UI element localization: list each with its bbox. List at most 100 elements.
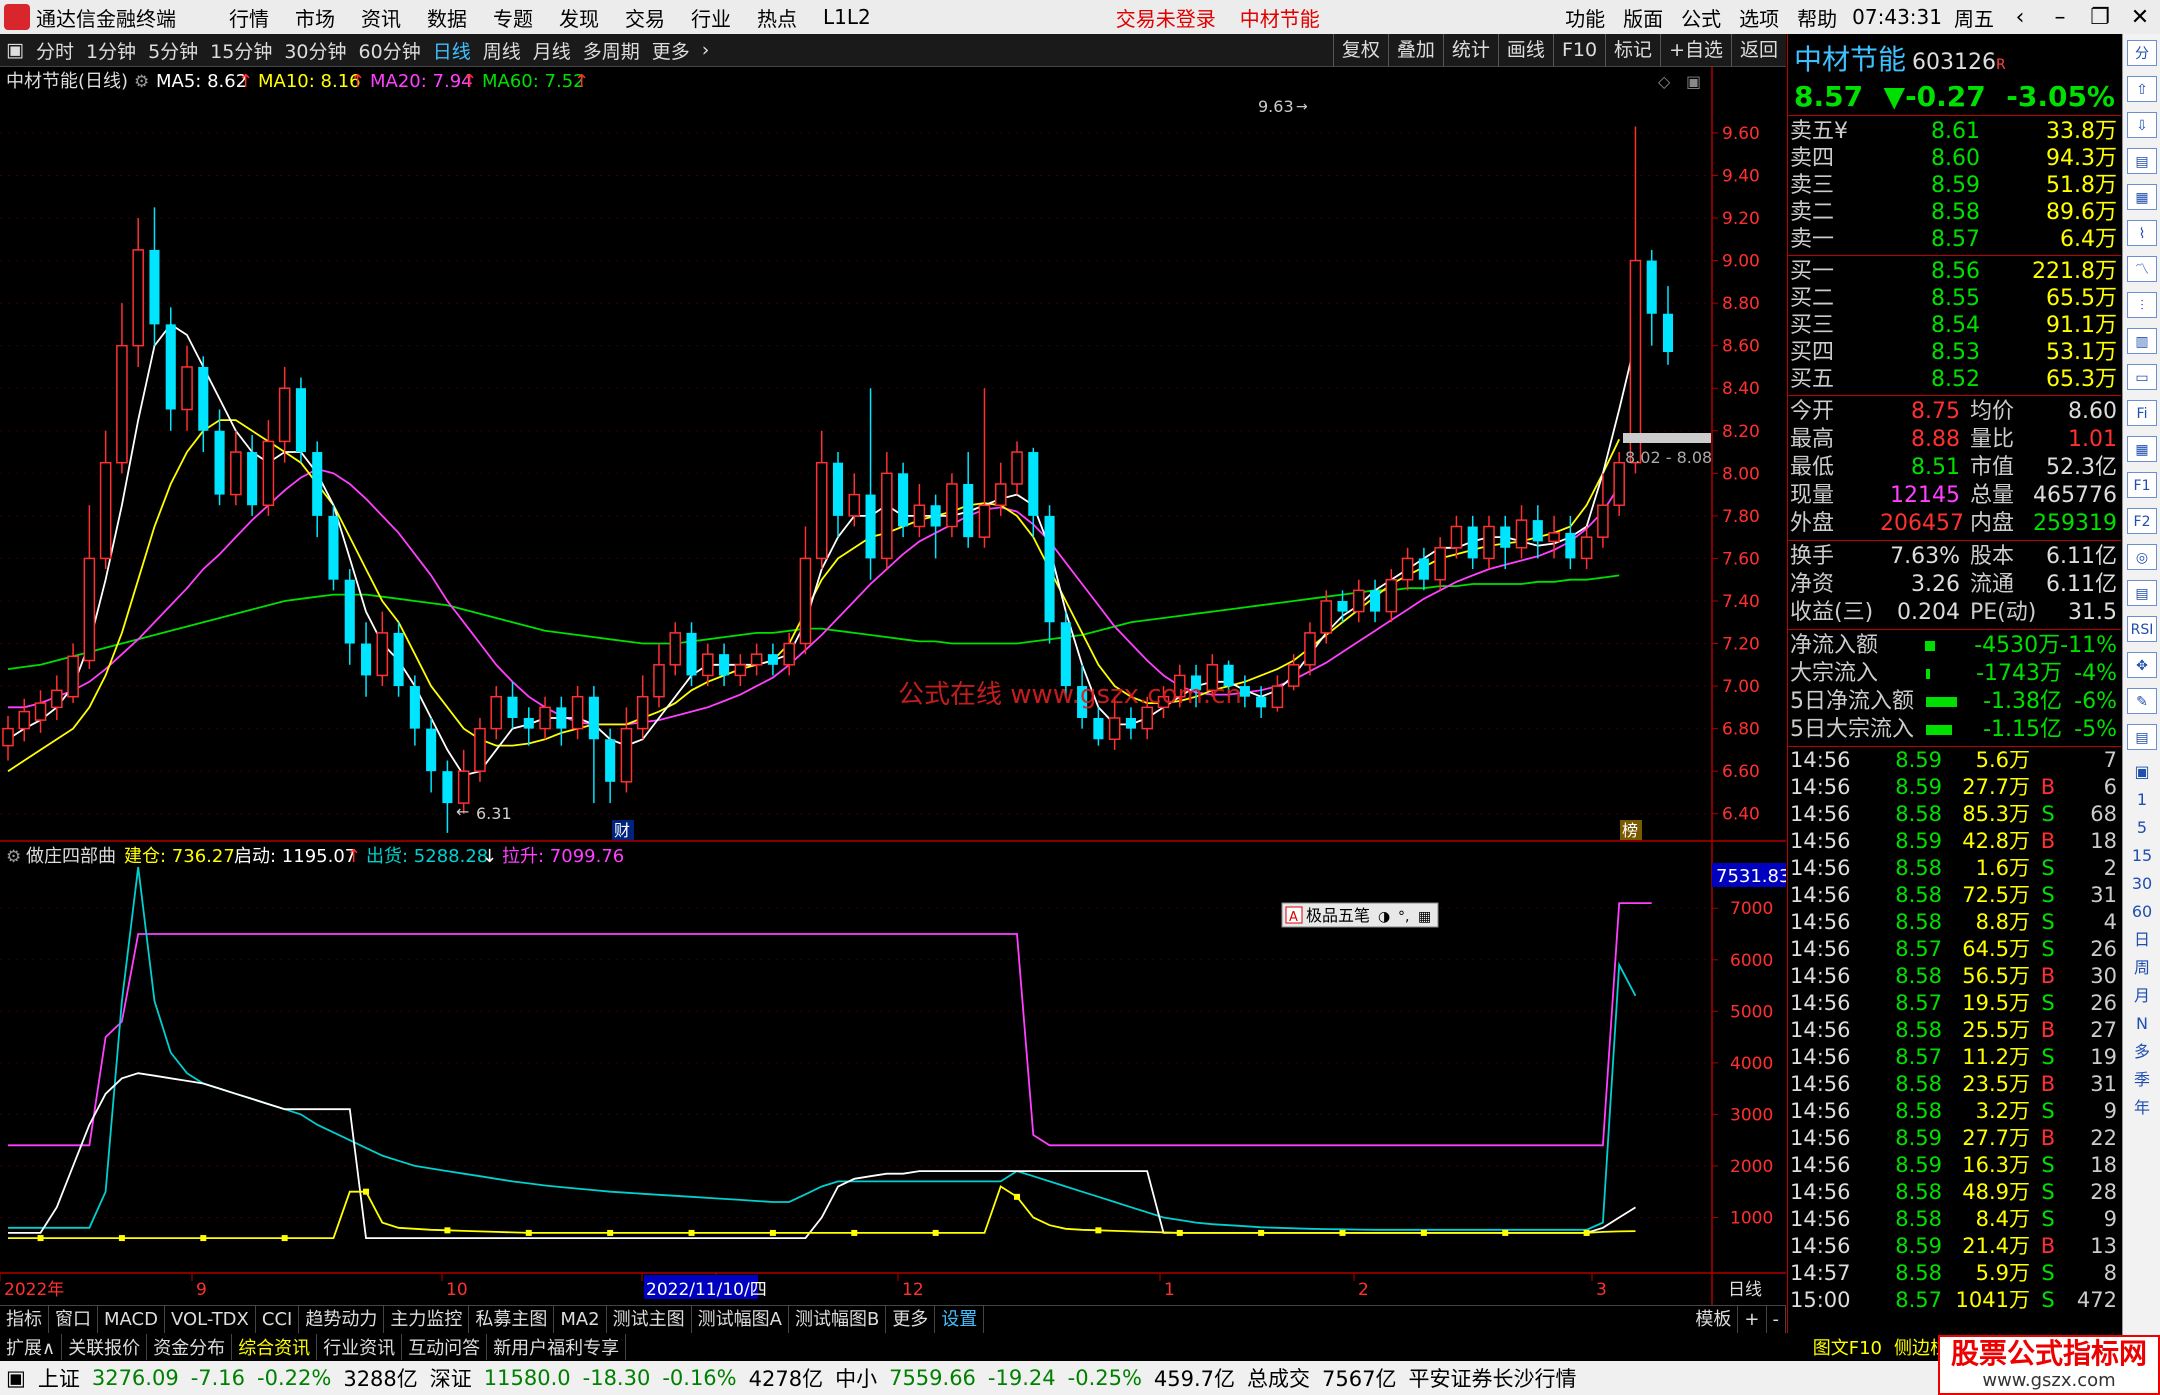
tick-row[interactable]: 14:56 8.58 8.8万 S 4 (1788, 909, 2121, 936)
tool-huaxian[interactable]: 画线 (1497, 33, 1553, 67)
extension-tab[interactable]: 行业资讯 (317, 1334, 403, 1360)
side-tool-icon[interactable]: ▥ (2127, 328, 2157, 354)
settings-gear-icon[interactable]: ⚙ (134, 72, 149, 92)
tick-row[interactable]: 14:56 8.59 21.4万 B 13 (1788, 1233, 2121, 1260)
template-tab[interactable]: - (1767, 1305, 1786, 1334)
menu-item-zhuanti[interactable]: 专题 (493, 3, 533, 32)
menu-item-redian[interactable]: 热点 (757, 3, 797, 32)
panel-toggle-icon[interactable]: ▣ (6, 39, 24, 61)
indicator-tab[interactable]: CCI (256, 1305, 300, 1334)
settings-gear-icon[interactable]: ⚙ (6, 847, 21, 867)
ask-row[interactable]: 卖一 8.57 6.4万 (1788, 226, 2121, 253)
menu-item-gongshi[interactable]: 公式 (1681, 3, 1721, 32)
tick-row[interactable]: 14:56 8.59 42.8万 B 18 (1788, 828, 2121, 855)
indicator-tab[interactable]: 私募主图 (469, 1305, 555, 1334)
menu-item-jiaoyi[interactable]: 交易 (625, 3, 665, 32)
menu-item-banmian[interactable]: 版面 (1623, 3, 1663, 32)
side-tool-icon[interactable]: 30 (2127, 872, 2157, 896)
period-1min[interactable]: 1分钟 (86, 37, 136, 64)
period-fenshi[interactable]: 分时 (36, 37, 74, 64)
tick-row[interactable]: 14:56 8.58 85.3万 S 68 (1788, 801, 2121, 828)
ask-row[interactable]: 卖二 8.58 89.6万 (1788, 199, 2121, 226)
tick-row[interactable]: 14:56 8.59 27.7万 B 22 (1788, 1125, 2121, 1152)
side-tool-icon[interactable]: ▦ (2127, 184, 2157, 210)
template-tab[interactable]: 模板 (1689, 1305, 1739, 1334)
indicator-tab[interactable]: 测试幅图A (692, 1305, 789, 1334)
tick-row[interactable]: 14:57 8.58 5.9万 S 8 (1788, 1260, 2121, 1287)
side-tool-icon[interactable]: RSI (2127, 616, 2157, 642)
indicator-tab[interactable]: MA2 (554, 1305, 607, 1334)
side-tool-icon[interactable]: 周 (2127, 956, 2157, 980)
chevron-right-icon[interactable]: › (702, 39, 710, 61)
tick-row[interactable]: 14:56 8.57 11.2万 S 19 (1788, 1044, 2121, 1071)
bid-row[interactable]: 买二 8.55 65.5万 (1788, 285, 2121, 312)
period-30min[interactable]: 30分钟 (284, 37, 346, 64)
bid-row[interactable]: 买一 8.56 221.8万 (1788, 258, 2121, 285)
side-tool-icon[interactable]: ◎ (2127, 544, 2157, 570)
side-tool-icon[interactable]: N (2127, 1012, 2157, 1036)
indicator-tab[interactable]: 窗口 (49, 1305, 98, 1334)
indicator-tab[interactable]: 指标 (0, 1305, 49, 1334)
side-tool-icon[interactable]: ✎ (2127, 688, 2157, 714)
period-more[interactable]: 更多 (652, 37, 690, 64)
side-tool-icon[interactable]: 季 (2127, 1068, 2157, 1092)
side-tool-icon[interactable]: ▤ (2127, 580, 2157, 606)
side-tool-icon[interactable]: 〽 (2127, 256, 2157, 282)
index-name[interactable]: 中小 (835, 1363, 877, 1393)
extension-tab[interactable]: 互动问答 (402, 1334, 488, 1360)
tick-row[interactable]: 14:56 8.58 56.5万 B 30 (1788, 963, 2121, 990)
period-5min[interactable]: 5分钟 (148, 37, 198, 64)
close-icon[interactable]: ✕ (2120, 5, 2160, 30)
period-60min[interactable]: 60分钟 (359, 37, 421, 64)
side-tool-icon[interactable]: ▭ (2127, 364, 2157, 390)
side-tool-icon[interactable]: Fi (2127, 400, 2157, 426)
ask-row[interactable]: 卖三 8.59 51.8万 (1788, 172, 2121, 199)
period-monthly[interactable]: 月线 (533, 37, 571, 64)
extension-tab[interactable]: 新用户福利专享 (487, 1334, 627, 1360)
diamond-icon[interactable]: ◇ (1658, 72, 1671, 91)
tool-diejia[interactable]: 叠加 (1387, 33, 1443, 67)
ask-row[interactable]: 卖五¥ 8.61 33.8万 (1788, 118, 2121, 145)
tick-row[interactable]: 14:56 8.57 64.5万 S 26 (1788, 936, 2121, 963)
tick-row[interactable]: 14:56 8.57 19.5万 S 26 (1788, 990, 2121, 1017)
ask-row[interactable]: 卖四 8.60 94.3万 (1788, 145, 2121, 172)
side-tool-icon[interactable]: ⇩ (2127, 112, 2157, 138)
tick-row[interactable]: 14:56 8.58 3.2万 S 9 (1788, 1098, 2121, 1125)
tick-row[interactable]: 14:56 8.59 5.6万 7 (1788, 747, 2121, 774)
tick-row[interactable]: 14:56 8.58 1.6万 S 2 (1788, 855, 2121, 882)
tick-list[interactable]: 14:56 8.59 5.6万 7 14:56 8.59 27.7万 B 6 14:56 8.58 8… (1788, 747, 2121, 1314)
side-tool-icon[interactable]: ▤ (2127, 724, 2157, 750)
minimize-icon[interactable]: – (2040, 5, 2080, 30)
side-tool-icon[interactable]: ▦ (2127, 436, 2157, 462)
indicator-tab[interactable]: 趋势动力 (299, 1305, 385, 1334)
extension-tab[interactable]: 关联报价 (62, 1334, 148, 1360)
back-icon[interactable]: ‹ (2000, 5, 2040, 30)
menu-item-gongneng[interactable]: 功能 (1565, 3, 1605, 32)
side-tool-icon[interactable]: ▤ (2127, 148, 2157, 174)
tick-row[interactable]: 14:56 8.59 16.3万 S 18 (1788, 1152, 2121, 1179)
menu-item-l1l2[interactable]: L1L2 (823, 5, 871, 29)
bid-row[interactable]: 买五 8.52 65.3万 (1788, 366, 2121, 393)
period-daily[interactable]: 日线 (433, 37, 471, 64)
side-tool-icon[interactable]: 60 (2127, 900, 2157, 924)
kline-chart-area[interactable]: 9.60 9.40 9.20 9.00 8.80 8.60 8.40 8.20 8.00 7.80… (0, 67, 1786, 1305)
side-tool-icon[interactable]: 日 (2127, 928, 2157, 952)
indicator-tab[interactable]: 主力监控 (384, 1305, 470, 1334)
side-tool-icon[interactable]: ⌇ (2127, 220, 2157, 246)
tool-biaoji[interactable]: 标记 (1605, 33, 1660, 67)
tick-row[interactable]: 14:56 8.58 8.4万 S 9 (1788, 1206, 2121, 1233)
menu-item-zixun[interactable]: 资讯 (361, 3, 401, 32)
extension-tab[interactable]: 扩展∧ (0, 1334, 63, 1360)
menu-item-faxian[interactable]: 发现 (559, 3, 599, 32)
window-icon[interactable]: ▣ (1686, 72, 1701, 91)
side-tab[interactable]: 图文F10 (1807, 1334, 1888, 1360)
menu-item-bangzhu[interactable]: 帮助 (1797, 3, 1837, 32)
extension-tab[interactable]: 综合资讯 (232, 1334, 318, 1360)
period-multi[interactable]: 多周期 (583, 37, 640, 64)
indicator-tab[interactable]: MACD (98, 1305, 165, 1334)
tick-row[interactable]: 15:00 8.57 1041万 S 472 (1788, 1287, 2121, 1314)
tick-row[interactable]: 14:56 8.59 27.7万 B 6 (1788, 774, 2121, 801)
ime-punct-icon[interactable]: °, (1398, 909, 1409, 925)
tool-zixuan[interactable]: +自选 (1660, 33, 1731, 67)
extension-tab[interactable]: 资金分布 (147, 1334, 233, 1360)
